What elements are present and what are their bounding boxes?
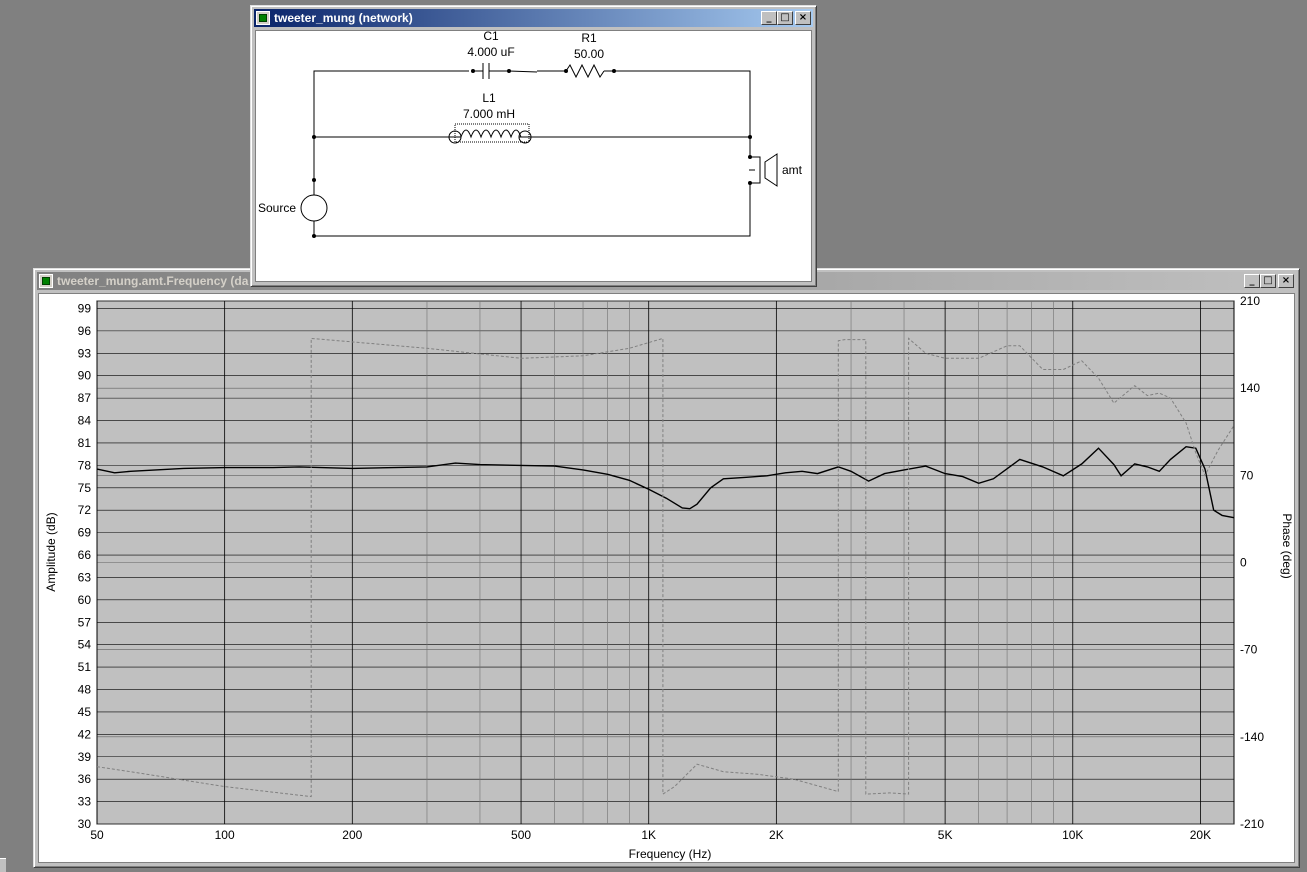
amplitude-tick-label: 42 xyxy=(78,727,92,741)
frequency-tick-label: 5K xyxy=(938,828,953,842)
network-schematic-canvas[interactable]: C1 4.000 uF R1 50.00 L1 7.000 mH Source … xyxy=(255,30,812,282)
phase-tick-label: 140 xyxy=(1240,381,1260,395)
amplitude-tick-label: 45 xyxy=(78,705,92,719)
frequency-tick-label: 500 xyxy=(511,828,531,842)
frequency-tick-label: 1K xyxy=(641,828,656,842)
phase-tick-label: -140 xyxy=(1240,730,1264,744)
phase-axis-ticks: 210 140 70 0 -70 -140 -210 xyxy=(1240,294,1264,831)
c1-label: C1 xyxy=(483,30,499,43)
amplitude-tick-label: 63 xyxy=(78,570,92,584)
graph-window[interactable]: tweeter_mung.amt.Frequency (da _ □ × 99 9… xyxy=(33,268,1300,868)
amplitude-tick-label: 90 xyxy=(78,369,92,383)
y2-axis-label: Phase (deg) xyxy=(1280,513,1294,578)
network-window-title: tweeter_mung (network) xyxy=(274,11,413,25)
voltage-source[interactable]: Source xyxy=(258,178,328,222)
network-minimize-button[interactable]: _ xyxy=(761,11,777,25)
phase-tick-label: 0 xyxy=(1240,556,1247,570)
amplitude-tick-label: 66 xyxy=(78,548,92,562)
amplitude-tick-label: 33 xyxy=(78,795,92,809)
r1-value: 50.00 xyxy=(574,47,604,61)
schematic-nodes xyxy=(312,135,752,238)
x-axis-label: Frequency (Hz) xyxy=(629,847,712,861)
graph-minimize-button[interactable]: _ xyxy=(1244,274,1260,288)
amplitude-tick-label: 30 xyxy=(78,817,92,831)
amplitude-tick-label: 60 xyxy=(78,593,92,607)
amplitude-tick-label: 75 xyxy=(78,481,92,495)
amplitude-tick-label: 72 xyxy=(78,503,92,517)
inductor-l1[interactable]: L1 7.000 mH xyxy=(448,91,532,144)
amplitude-tick-label: 54 xyxy=(78,638,92,652)
phase-tick-label: -210 xyxy=(1240,817,1264,831)
network-close-button[interactable]: × xyxy=(795,11,811,25)
amplitude-tick-label: 84 xyxy=(78,414,92,428)
frequency-tick-label: 100 xyxy=(215,828,235,842)
l1-value: 7.000 mH xyxy=(463,107,515,121)
graph-maximize-button[interactable]: □ xyxy=(1260,274,1276,288)
schematic-wires xyxy=(313,63,751,237)
amplitude-tick-label: 78 xyxy=(78,458,92,472)
frequency-tick-label: 10K xyxy=(1062,828,1083,842)
amplitude-tick-label: 81 xyxy=(78,436,92,450)
y-axis-label: Amplitude (dB) xyxy=(44,512,58,591)
l1-label: L1 xyxy=(482,91,496,105)
phase-tick-label: -70 xyxy=(1240,643,1258,657)
amplitude-tick-label: 51 xyxy=(78,660,92,674)
amplitude-tick-label: 69 xyxy=(78,526,92,540)
resistor-r1[interactable]: R1 50.00 xyxy=(564,31,616,73)
graph-close-button[interactable]: × xyxy=(1278,274,1294,288)
taskbar-fragment xyxy=(0,858,6,872)
amplitude-tick-label: 87 xyxy=(78,391,92,405)
network-schematic[interactable]: C1 4.000 uF R1 50.00 L1 7.000 mH Source … xyxy=(255,30,812,282)
amplitude-tick-label: 48 xyxy=(78,683,92,697)
c1-value: 4.000 uF xyxy=(467,45,514,59)
phase-tick-label: 70 xyxy=(1240,468,1254,482)
amplitude-tick-label: 96 xyxy=(78,324,92,338)
network-titlebar[interactable]: tweeter_mung (network) _ □ × xyxy=(254,9,813,27)
graph-window-icon[interactable] xyxy=(39,274,53,288)
amplitude-tick-label: 57 xyxy=(78,615,92,629)
phase-tick-label: 210 xyxy=(1240,294,1260,308)
frequency-tick-label: 2K xyxy=(769,828,784,842)
amplitude-tick-label: 99 xyxy=(78,301,92,315)
frequency-response-chart[interactable]: 99 96 93 90 87 84 81 78 75 72 69 66 63 60 57 54 51 48 45 42… xyxy=(39,294,1295,863)
network-window[interactable]: tweeter_mung (network) _ □ × C1 4.000 uF… xyxy=(250,5,817,287)
network-maximize-button[interactable]: □ xyxy=(777,11,793,25)
frequency-tick-label: 50 xyxy=(90,828,104,842)
amplitude-tick-label: 39 xyxy=(78,750,92,764)
capacitor-c1[interactable]: C1 4.000 uF xyxy=(467,30,515,73)
network-window-icon[interactable] xyxy=(256,11,270,25)
amplitude-tick-label: 36 xyxy=(78,772,92,786)
driver-amt[interactable]: amt xyxy=(749,153,803,187)
source-label: Source xyxy=(258,201,296,215)
frequency-tick-label: 20K xyxy=(1190,828,1211,842)
frequency-tick-label: 200 xyxy=(342,828,362,842)
graph-client: 99 96 93 90 87 84 81 78 75 72 69 66 63 60 57 54 51 48 45 42… xyxy=(38,293,1295,863)
driver-label: amt xyxy=(782,163,803,177)
amplitude-tick-label: 93 xyxy=(78,346,92,360)
frequency-axis-ticks: 50 100 200 500 1K 2K 5K 10K 20K xyxy=(90,828,1211,842)
r1-label: R1 xyxy=(581,31,597,45)
amplitude-axis-ticks: 99 96 93 90 87 84 81 78 75 72 69 66 63 60 57 54 51 48 45 42… xyxy=(78,301,92,831)
